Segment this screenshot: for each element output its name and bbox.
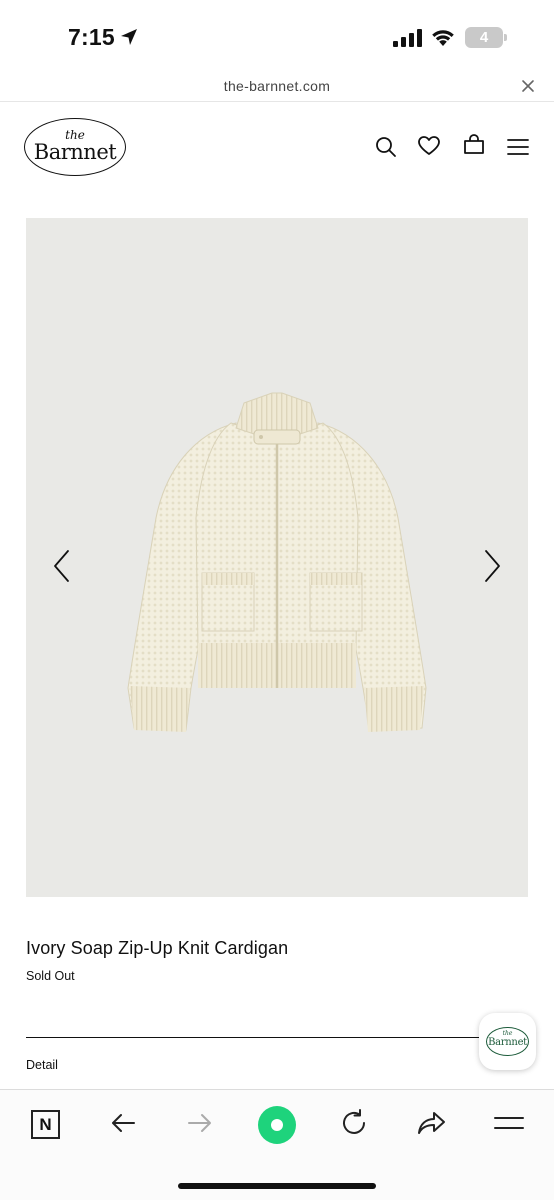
cardigan-image	[127, 392, 427, 732]
url-text[interactable]: the-barnnet.com	[0, 78, 554, 94]
search-icon[interactable]	[374, 135, 398, 159]
share-icon[interactable]	[415, 1107, 447, 1139]
detail-toggle[interactable]: Detail	[26, 1058, 58, 1072]
location-arrow-icon	[121, 29, 137, 45]
menu-icon[interactable]	[506, 135, 530, 159]
n-app-icon[interactable]: N	[31, 1110, 60, 1139]
home-indicator	[178, 1183, 376, 1189]
heart-icon[interactable]	[417, 134, 441, 158]
browser-toolbar: N	[0, 1089, 554, 1200]
record-dot	[271, 1119, 283, 1131]
wifi-icon	[432, 30, 454, 46]
back-arrow-icon[interactable]	[107, 1107, 139, 1139]
close-icon[interactable]	[519, 77, 537, 95]
toolbar-menu-icon[interactable]	[493, 1107, 525, 1139]
n-app-label: N	[39, 1115, 52, 1134]
chevron-left-icon[interactable]	[50, 548, 74, 584]
floating-logo-button[interactable]: the Barnnet	[479, 1013, 536, 1070]
product-title: Ivory Soap Zip-Up Knit Cardigan	[26, 938, 289, 958]
url-bar: the-barnnet.com	[0, 70, 554, 102]
badge-small-text: the	[502, 1030, 513, 1037]
product-status: Sold Out	[26, 969, 75, 983]
battery-icon: 4	[465, 27, 507, 48]
status-bar: 7:15 4	[0, 0, 554, 70]
status-time: 7:15	[68, 24, 115, 50]
product-image[interactable]	[26, 218, 528, 897]
battery-level: 4	[479, 29, 489, 46]
divider	[26, 1037, 496, 1038]
site-header: the Barnnet	[0, 103, 554, 213]
forward-arrow-icon[interactable]	[184, 1107, 216, 1139]
site-logo[interactable]: the Barnnet	[24, 118, 126, 178]
badge-name-text: Barnnet	[488, 1037, 527, 1048]
shopping-bag-icon[interactable]	[462, 133, 486, 157]
cellular-signal-icon	[393, 29, 422, 47]
logo-name-text: Barnnet	[33, 140, 117, 164]
chevron-right-icon[interactable]	[480, 548, 504, 584]
reload-icon[interactable]	[338, 1107, 370, 1139]
record-icon[interactable]	[258, 1106, 296, 1144]
